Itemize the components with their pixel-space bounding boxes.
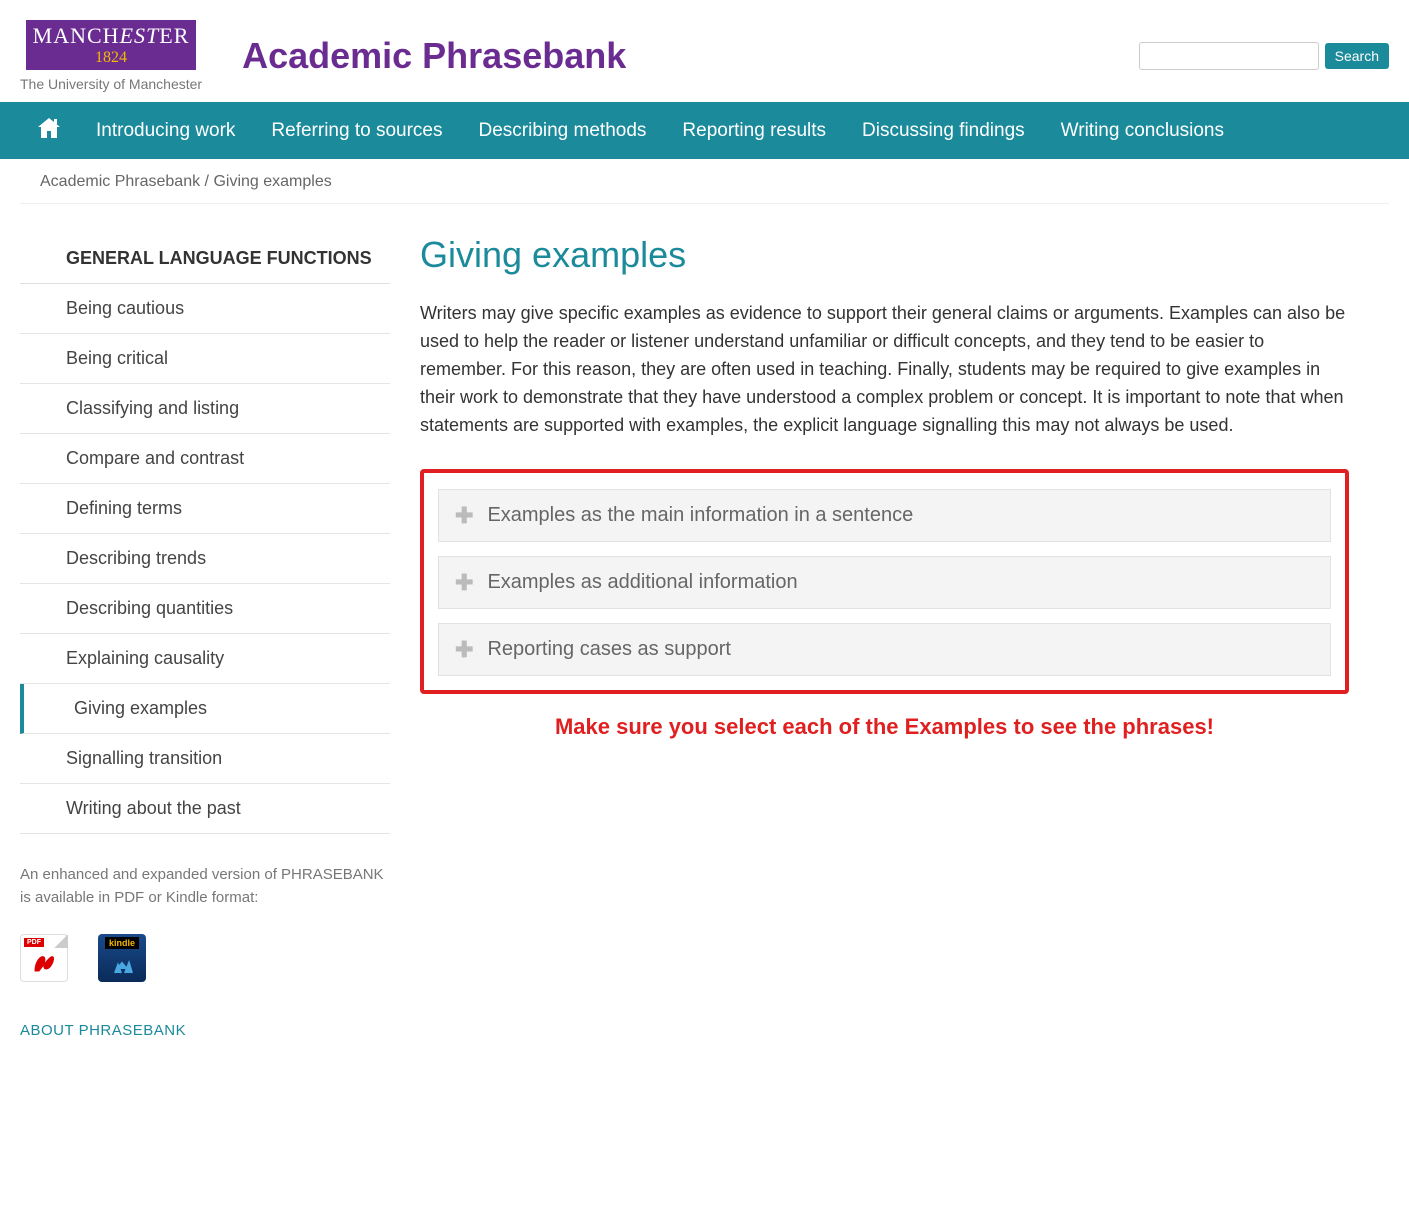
nav-describing-methods[interactable]: Describing methods (460, 104, 664, 158)
nav-discussing-findings[interactable]: Discussing findings (844, 104, 1043, 158)
sidebar-item-classifying-listing[interactable]: Classifying and listing (20, 384, 390, 434)
format-icons: PDF kindle (20, 934, 390, 982)
logo-text-2: EST (120, 23, 160, 48)
breadcrumb-separator: / (200, 173, 213, 190)
nav-writing-conclusions[interactable]: Writing conclusions (1043, 104, 1242, 158)
kindle-label: kindle (105, 937, 139, 949)
breadcrumb-current: Giving examples (213, 173, 331, 190)
sidebar-item-compare-contrast[interactable]: Compare and contrast (20, 434, 390, 484)
kindle-glyph (107, 955, 137, 975)
sidebar-item-describing-quantities[interactable]: Describing quantities (20, 584, 390, 634)
sidebar-item-explaining-causality[interactable]: Explaining causality (20, 634, 390, 684)
search-input[interactable] (1139, 42, 1319, 70)
plus-icon: ✚ (455, 572, 473, 594)
accordion-item-main-info[interactable]: ✚ Examples as the main information in a … (438, 489, 1331, 542)
pdf-label: PDF (24, 938, 44, 947)
sidebar-item-being-cautious[interactable]: Being cautious (20, 284, 390, 334)
sidebar-note: An enhanced and expanded version of PHRA… (20, 864, 390, 909)
header-left: MANCHESTER 1824 The University of Manche… (20, 20, 626, 92)
accordion-item-reporting-cases[interactable]: ✚ Reporting cases as support (438, 623, 1331, 676)
site-title[interactable]: Academic Phrasebank (242, 35, 626, 77)
nav-reporting-results[interactable]: Reporting results (664, 104, 844, 158)
nav-home[interactable] (20, 102, 78, 159)
logo-text-1: MANCH (33, 23, 120, 48)
pdf-icon[interactable]: PDF (20, 934, 68, 982)
site-header: MANCHESTER 1824 The University of Manche… (0, 0, 1409, 102)
accordion-label: Examples as additional information (487, 571, 797, 594)
kindle-icon[interactable]: kindle (98, 934, 146, 982)
plus-icon: ✚ (455, 505, 473, 527)
main-nav: Introducing work Referring to sources De… (0, 102, 1409, 159)
callout-annotation: Make sure you select each of the Example… (420, 714, 1349, 740)
nav-introducing-work[interactable]: Introducing work (78, 104, 253, 158)
page-title: Giving examples (420, 234, 1349, 276)
adobe-pdf-glyph (31, 943, 57, 973)
accordion-label: Examples as the main information in a se… (487, 504, 913, 527)
sidebar-item-being-critical[interactable]: Being critical (20, 334, 390, 384)
university-logo[interactable]: MANCHESTER 1824 The University of Manche… (20, 20, 202, 92)
sidebar-item-describing-trends[interactable]: Describing trends (20, 534, 390, 584)
sidebar: GENERAL LANGUAGE FUNCTIONS Being cautiou… (20, 234, 390, 1039)
sidebar-item-giving-examples[interactable]: Giving examples (20, 684, 390, 734)
sidebar-item-signalling-transition[interactable]: Signalling transition (20, 734, 390, 784)
search-box: Search (1139, 42, 1389, 70)
logo-wordmark: MANCHESTER (33, 23, 190, 49)
accordion-label: Reporting cases as support (487, 638, 730, 661)
plus-icon: ✚ (455, 639, 473, 661)
logo-text-3: ER (159, 23, 189, 48)
logo-year: 1824 (95, 49, 127, 67)
breadcrumb: Academic Phrasebank / Giving examples (20, 159, 1389, 204)
main-content: Giving examples Writers may give specifi… (420, 234, 1389, 1039)
accordion-highlight-box: ✚ Examples as the main information in a … (420, 469, 1349, 694)
about-phrasebank-link[interactable]: ABOUT PHRASEBANK (20, 1022, 390, 1039)
home-icon (36, 116, 62, 140)
content-wrap: GENERAL LANGUAGE FUNCTIONS Being cautiou… (0, 204, 1409, 1059)
sidebar-heading: GENERAL LANGUAGE FUNCTIONS (20, 234, 390, 284)
logo-image: MANCHESTER 1824 (26, 20, 196, 70)
logo-subtitle: The University of Manchester (20, 76, 202, 92)
accordion-item-additional-info[interactable]: ✚ Examples as additional information (438, 556, 1331, 609)
nav-referring-sources[interactable]: Referring to sources (253, 104, 460, 158)
search-button[interactable]: Search (1325, 43, 1389, 69)
breadcrumb-root[interactable]: Academic Phrasebank (40, 173, 200, 190)
sidebar-item-writing-about-past[interactable]: Writing about the past (20, 784, 390, 834)
intro-paragraph: Writers may give specific examples as ev… (420, 300, 1349, 439)
sidebar-item-defining-terms[interactable]: Defining terms (20, 484, 390, 534)
